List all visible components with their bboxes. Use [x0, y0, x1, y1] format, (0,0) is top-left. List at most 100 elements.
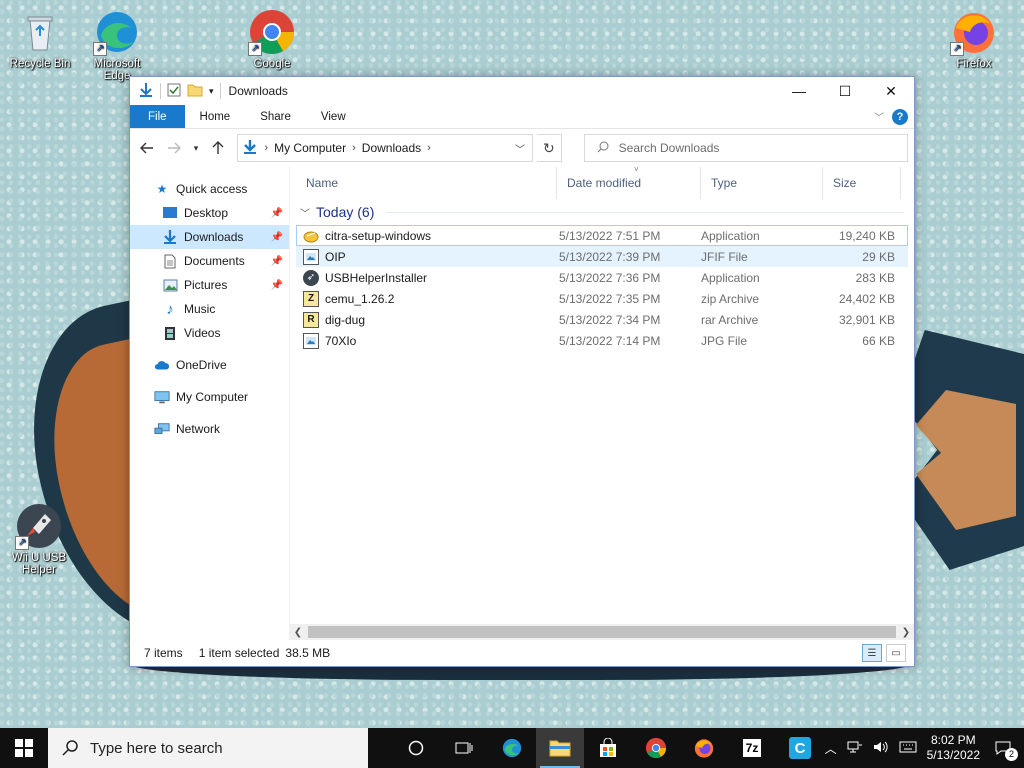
sidebar-item-my-computer[interactable]: My Computer [130, 385, 289, 409]
network-status-icon[interactable] [847, 740, 863, 757]
task-view-button[interactable] [392, 728, 440, 768]
table-row[interactable]: 70XIo 5/13/2022 7:14 PM JPG File 66 KB [296, 330, 908, 351]
back-arrow-icon [140, 142, 154, 154]
sidebar-item-videos[interactable]: Videos [130, 321, 289, 345]
address-history-dropdown[interactable]: ﹀ [508, 141, 532, 156]
expand-ribbon-icon[interactable]: ﹀ [874, 109, 884, 124]
file-date: 5/13/2022 7:34 PM [559, 312, 661, 327]
recent-locations-button[interactable]: ▾ [189, 136, 202, 160]
desktop-icon-edge[interactable]: ↗ Microsoft Edge [79, 8, 155, 82]
column-header-name[interactable]: Name [296, 167, 557, 199]
column-header-date-modified[interactable]: Date modified [557, 167, 701, 199]
breadcrumb-my-computer[interactable]: My Computer [274, 141, 346, 155]
desktop-icon-wii-u-usb-helper[interactable]: ↗ Wii U USB Helper [1, 502, 77, 576]
column-header-type[interactable]: Type [701, 167, 823, 199]
star-icon: ★ [156, 182, 168, 196]
keyboard-icon[interactable] [899, 741, 917, 756]
tab-share[interactable]: Share [245, 105, 306, 128]
show-hidden-icons-icon[interactable]: ︿ [825, 740, 837, 757]
collapse-chevron-icon[interactable]: ﹀ [300, 205, 310, 220]
close-button[interactable]: ✕ [868, 77, 914, 105]
pin-icon: 📌 [270, 255, 283, 267]
taskbar-file-explorer-button[interactable] [536, 728, 584, 768]
action-center-button[interactable]: 2 [990, 737, 1018, 761]
app-icon: ➶ [303, 269, 319, 286]
table-row[interactable]: OIP 5/13/2022 7:39 PM JFIF File 29 KB [296, 246, 908, 267]
desktop-icon-firefox[interactable]: ↗ Firefox [936, 8, 1012, 70]
maximize-button[interactable]: ☐ [822, 77, 868, 105]
help-icon[interactable]: ? [892, 108, 908, 125]
column-headers: ˅ Name Date modified Type Size [296, 165, 914, 199]
search-input[interactable]: Search Downloads [583, 134, 909, 162]
sidebar-item-onedrive[interactable]: OneDrive [130, 353, 289, 377]
scroll-right-icon[interactable]: ❯ [898, 627, 914, 638]
title-bar[interactable]: ▾ Downloads — ☐ ✕ [130, 77, 914, 105]
taskbar: Type here to search 7z C ︿ 8:02 PM 5/13/… [0, 728, 1024, 768]
clock[interactable]: 8:02 PM 5/13/2022 [927, 733, 980, 763]
volume-icon[interactable] [873, 740, 889, 757]
sidebar-item-label: Music [184, 302, 216, 316]
taskbar-edge-button[interactable] [488, 728, 536, 768]
large-icons-view-button[interactable]: ▭ [886, 644, 906, 662]
up-button[interactable] [207, 136, 230, 160]
desktop-icon-recycle-bin[interactable]: Recycle Bin [2, 8, 78, 70]
pin-icon: 📌 [270, 207, 283, 219]
horizontal-scrollbar[interactable]: ❮ ❯ [290, 624, 914, 640]
tab-file[interactable]: File [130, 105, 185, 128]
clock-date: 5/13/2022 [926, 748, 980, 762]
taskbar-firefox-button[interactable] [680, 728, 728, 768]
breadcrumb-downloads[interactable]: Downloads [362, 141, 421, 155]
sidebar-item-label: Network [176, 422, 221, 436]
firefox-icon [694, 739, 714, 758]
table-row[interactable]: Z cemu_1.26.2 5/13/2022 7:35 PM zip Arch… [296, 288, 908, 309]
address-bar[interactable]: › My Computer › Downloads › ﹀ [237, 134, 533, 162]
start-button[interactable] [0, 728, 48, 768]
customize-toolbar-icon[interactable]: ▾ [209, 86, 214, 97]
sidebar-item-network[interactable]: Network [130, 417, 289, 441]
sidebar-item-downloads[interactable]: Downloads 📌 [130, 225, 289, 249]
file-name: USBHelperInstaller [325, 270, 428, 285]
file-name: OIP [325, 249, 346, 264]
taskbar-search-input[interactable]: Type here to search [48, 728, 368, 768]
table-row[interactable]: ➶ USBHelperInstaller 5/13/2022 7:36 PM A… [296, 267, 908, 288]
breadcrumb-chevron-icon[interactable]: › [427, 142, 431, 154]
chrome-icon [645, 737, 667, 759]
new-folder-icon[interactable] [187, 83, 203, 100]
navigation-pane: ★ Quick access Desktop 📌 Downloads 📌 Doc… [130, 167, 290, 640]
refresh-button[interactable]: ↻ [536, 134, 562, 162]
image-file-icon [303, 248, 319, 265]
details-view-button[interactable]: ☰ [862, 644, 882, 662]
sidebar-item-desktop[interactable]: Desktop 📌 [130, 201, 289, 225]
scroll-left-icon[interactable]: ❮ [290, 627, 306, 638]
taskbar-store-button[interactable] [584, 728, 632, 768]
sidebar-item-music[interactable]: ♪ Music [130, 297, 289, 321]
group-header-today[interactable]: ﹀ Today (6) [296, 199, 914, 225]
file-name: 70XIo [325, 333, 357, 348]
cortana-circle-icon [408, 740, 424, 756]
downloads-folder-icon [242, 139, 258, 158]
table-row[interactable]: R dig-dug 5/13/2022 7:34 PM rar Archive … [296, 309, 908, 330]
sidebar-item-quick-access[interactable]: ★ Quick access [130, 177, 289, 201]
tab-view[interactable]: View [306, 105, 361, 128]
sidebar-item-pictures[interactable]: Pictures 📌 [130, 273, 289, 297]
desktop-icon-label: Recycle Bin [9, 58, 71, 70]
breadcrumb-chevron-icon[interactable]: › [352, 142, 356, 154]
tab-home[interactable]: Home [185, 105, 246, 128]
taskbar-7zip-button[interactable]: 7z [728, 728, 776, 768]
taskbar-citra-button[interactable]: C [776, 728, 824, 768]
minimize-button[interactable]: — [776, 77, 822, 105]
desktop-icon-google[interactable]: ↗ Google [234, 8, 310, 70]
sidebar-item-documents[interactable]: Documents 📌 [130, 249, 289, 273]
back-button[interactable] [136, 136, 159, 160]
task-view-icon-button[interactable] [440, 728, 488, 768]
properties-icon[interactable] [167, 83, 181, 100]
refresh-icon: ↻ [542, 139, 555, 156]
taskbar-chrome-button[interactable] [632, 728, 680, 768]
column-header-size[interactable]: Size [823, 167, 901, 199]
scrollbar-thumb[interactable] [308, 626, 896, 638]
forward-button[interactable] [163, 136, 186, 160]
shortcut-arrow-icon: ↗ [93, 42, 107, 56]
document-icon [162, 253, 178, 269]
breadcrumb-chevron-icon[interactable]: › [264, 142, 268, 154]
table-row[interactable]: citra-setup-windows 5/13/2022 7:51 PM Ap… [296, 225, 908, 246]
